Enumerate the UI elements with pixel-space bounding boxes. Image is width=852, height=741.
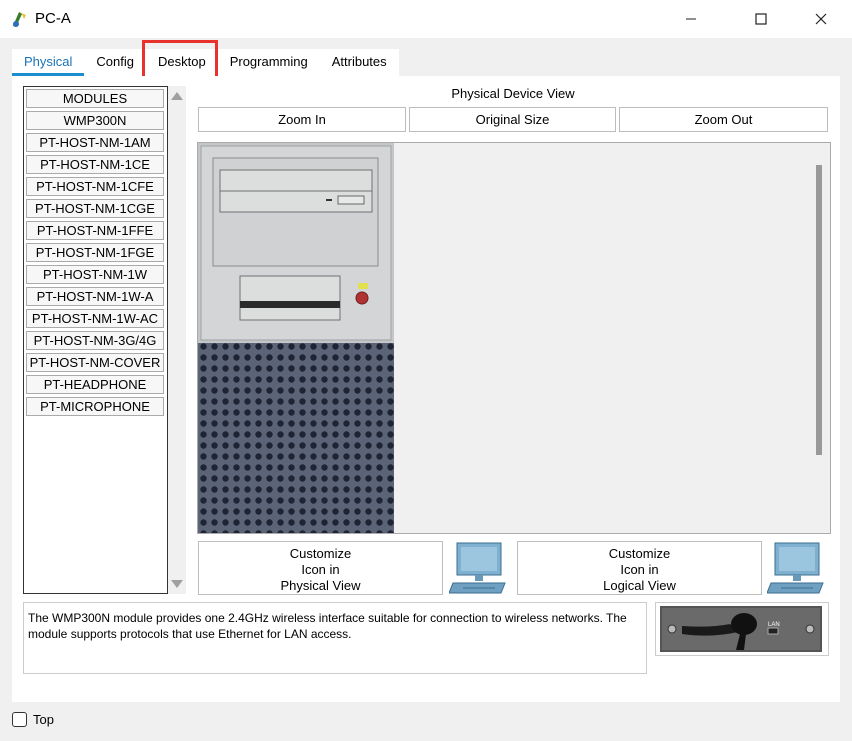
tab-attributes[interactable]: Attributes bbox=[320, 49, 399, 76]
minimize-button[interactable] bbox=[668, 0, 714, 38]
tab-config[interactable]: Config bbox=[84, 49, 146, 76]
module-item-1ffe[interactable]: PT-HOST-NM-1FFE bbox=[26, 221, 164, 240]
window-client: Physical Config Desktop Programming Attr… bbox=[0, 38, 852, 741]
customize-physical-line3: Physical View bbox=[280, 578, 361, 593]
customize-logical-line1: Customize bbox=[608, 546, 671, 561]
scroll-up-arrow-icon[interactable] bbox=[171, 92, 183, 100]
module-image: LAN bbox=[655, 602, 829, 656]
close-icon bbox=[815, 13, 827, 25]
module-item-1am[interactable]: PT-HOST-NM-1AM bbox=[26, 133, 164, 152]
module-item-1cge[interactable]: PT-HOST-NM-1CGE bbox=[26, 199, 164, 218]
top-checkbox[interactable] bbox=[12, 712, 27, 727]
module-item-1w[interactable]: PT-HOST-NM-1W bbox=[26, 265, 164, 284]
customize-logical-view-button[interactable]: Customize Icon in Logical View bbox=[517, 541, 762, 595]
minimize-icon bbox=[686, 18, 696, 20]
tab-programming[interactable]: Programming bbox=[218, 49, 320, 76]
module-item-1fge[interactable]: PT-HOST-NM-1FGE bbox=[26, 243, 164, 262]
top-checkbox-label[interactable]: Top bbox=[33, 712, 54, 727]
computer-icon bbox=[449, 542, 506, 594]
scroll-down-arrow-icon[interactable] bbox=[171, 580, 183, 588]
physical-device-viewport[interactable] bbox=[197, 142, 831, 534]
original-size-button[interactable]: Original Size bbox=[409, 107, 616, 132]
module-item-3g4g[interactable]: PT-HOST-NM-3G/4G bbox=[26, 331, 164, 350]
pc-tower-image bbox=[198, 143, 394, 533]
viewport-scrollbar[interactable] bbox=[808, 143, 829, 532]
module-item-1ce[interactable]: PT-HOST-NM-1CE bbox=[26, 155, 164, 174]
customize-physical-line2: Icon in bbox=[301, 562, 340, 577]
module-item-cover[interactable]: PT-HOST-NM-COVER bbox=[26, 353, 164, 372]
maximize-button[interactable] bbox=[738, 0, 784, 38]
zoom-in-button[interactable]: Zoom In bbox=[198, 107, 406, 132]
module-item-1w-ac[interactable]: PT-HOST-NM-1W-AC bbox=[26, 309, 164, 328]
module-item-1w-a[interactable]: PT-HOST-NM-1W-A bbox=[26, 287, 164, 306]
viewport-scroll-thumb[interactable] bbox=[816, 165, 822, 455]
packet-tracer-icon bbox=[13, 12, 26, 27]
modules-header: MODULES bbox=[26, 89, 164, 108]
customize-logical-line2: Icon in bbox=[620, 562, 659, 577]
customize-logical-line3: Logical View bbox=[603, 578, 676, 593]
customize-physical-line1: Customize bbox=[289, 546, 352, 561]
wireless-module-icon bbox=[660, 606, 822, 652]
maximize-icon bbox=[755, 13, 767, 25]
customize-physical-view-button[interactable]: Customize Icon in Physical View bbox=[198, 541, 443, 595]
physical-panel: MODULES WMP300N PT-HOST-NM-1AM PT-HOST-N… bbox=[12, 76, 840, 702]
lan-port-label: LAN bbox=[768, 622, 780, 628]
computer-icon bbox=[767, 542, 824, 594]
title-bar: PC-A bbox=[0, 0, 852, 38]
module-item-microphone[interactable]: PT-MICROPHONE bbox=[26, 397, 164, 416]
modules-scrollbar[interactable] bbox=[168, 86, 186, 594]
close-button[interactable] bbox=[798, 0, 844, 38]
module-item-headphone[interactable]: PT-HEADPHONE bbox=[26, 375, 164, 394]
physical-device-view-title: Physical Device View bbox=[451, 86, 575, 101]
module-item-1cfe[interactable]: PT-HOST-NM-1CFE bbox=[26, 177, 164, 196]
tab-physical[interactable]: Physical bbox=[12, 49, 85, 76]
modules-list: MODULES WMP300N PT-HOST-NM-1AM PT-HOST-N… bbox=[23, 86, 168, 594]
zoom-out-button[interactable]: Zoom Out bbox=[619, 107, 828, 132]
window-title: PC-A bbox=[35, 10, 71, 27]
module-item-wmp300n[interactable]: WMP300N bbox=[26, 111, 164, 130]
module-description: The WMP300N module provides one 2.4GHz w… bbox=[23, 602, 647, 674]
